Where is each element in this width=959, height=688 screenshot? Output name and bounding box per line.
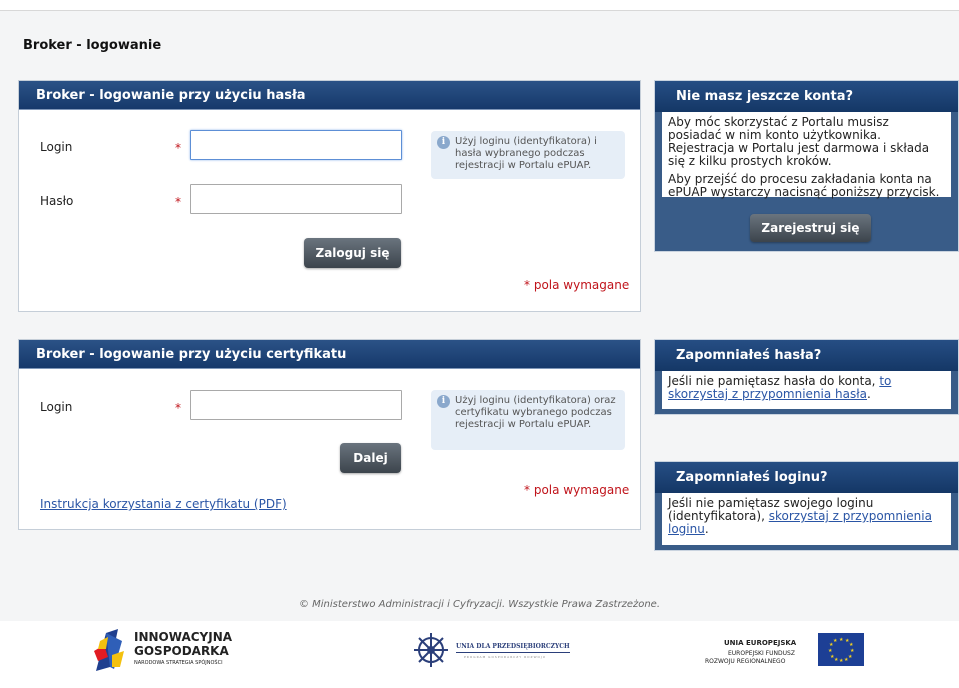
- required-note-star: *: [524, 278, 530, 292]
- forgot-login-suffix: .: [704, 522, 709, 536]
- forgot-password-text: Jeśli nie pamiętasz hasła do konta,: [668, 374, 880, 388]
- cert-login-input[interactable]: [190, 390, 402, 420]
- register-button[interactable]: Zarejestruj się: [750, 214, 871, 242]
- forgot-password-header: Zapomniałeś hasła?: [655, 340, 958, 371]
- svg-text:★: ★: [839, 637, 844, 643]
- password-input[interactable]: [190, 184, 402, 214]
- logo2-line1: UNIA DLA PRZEDSIĘBIORCZYCH: [456, 643, 570, 650]
- required-note-text: pola wymagane: [533, 278, 630, 292]
- cert-required-note-text: pola wymagane: [533, 483, 630, 497]
- certificate-instruction-link[interactable]: Instrukcja korzystania z certyfikatu (PD…: [40, 497, 287, 511]
- innowacyjna-gospodarka-emblem-icon: [94, 629, 124, 671]
- next-button[interactable]: Dalej: [340, 443, 401, 473]
- unia-dla-przedsiebiorczych-logo: UNIA DLA PRZEDSIĘBIORCZYCH PROGRAM GOSPO…: [412, 631, 582, 671]
- password-required-star: *: [175, 195, 181, 209]
- logo3-line3: ROZWOJU REGIONALNEGO: [705, 658, 786, 665]
- copyright-text: © Ministerstwo Administracji i Cyfryzacj…: [298, 599, 661, 610]
- register-box-body: Aby móc skorzystać z Portalu musisz posi…: [662, 112, 951, 199]
- logo3-line1: UNIA EUROPEJSKA: [724, 639, 797, 647]
- info-icon: i: [437, 395, 450, 408]
- logo3-line2: EUROPEJSKI FUNDUSZ: [728, 650, 795, 657]
- cert-login-label: Login: [40, 400, 73, 414]
- password-login-panel: Broker - logowanie przy użyciu hasła Log…: [18, 80, 641, 312]
- forgot-login-box: Zapomniałeś loginu? Jeśli nie pamiętasz …: [654, 461, 959, 551]
- cert-login-tip-text: Użyj loginu (identyfikatora) oraz certyf…: [455, 395, 616, 430]
- svg-text:★: ★: [830, 654, 835, 660]
- page-title: Broker - logowanie: [23, 38, 162, 53]
- password-login-tip-text: Użyj loginu (identyfikatora) i hasła wyb…: [455, 136, 597, 171]
- logo1-line1: INNOWACYJNA: [134, 630, 233, 644]
- certificate-login-header: Broker - logowanie przy użyciu certyfika…: [19, 340, 640, 369]
- cert-required-note-star: *: [524, 483, 530, 497]
- login-input[interactable]: [190, 130, 402, 160]
- register-text-1: Aby móc skorzystać z Portalu musisz posi…: [668, 115, 930, 168]
- cert-login-required-star: *: [175, 401, 181, 415]
- forgot-login-body: Jeśli nie pamiętasz swojego loginu (iden…: [662, 493, 951, 545]
- svg-text:★: ★: [833, 638, 838, 644]
- svg-text:★: ★: [828, 648, 833, 654]
- logo1-line3: NARODOWA STRATEGIA SPÓJNOŚCI: [134, 660, 223, 666]
- forgot-password-body: Jeśli nie pamiętasz hasła do konta, to s…: [662, 371, 951, 409]
- info-icon: i: [437, 136, 450, 149]
- password-login-tip: i Użyj loginu (identyfikatora) i hasła w…: [431, 131, 625, 179]
- logo2-line2: PROGRAM GOSPODARCZY ROZWOJU: [464, 655, 546, 659]
- cert-login-tip: i Użyj loginu (identyfikatora) oraz cert…: [431, 390, 625, 450]
- login-submit-button[interactable]: Zaloguj się: [304, 238, 401, 268]
- login-label: Login: [40, 140, 73, 154]
- ship-wheel-icon: [414, 633, 448, 667]
- unia-europejska-logo: UNIA EUROPEJSKA EUROPEJSKI FUNDUSZ ROZWO…: [700, 633, 870, 673]
- innowacyjna-gospodarka-logo: INNOWACYJNA GOSPODARKA NARODOWA STRATEGI…: [92, 627, 262, 675]
- certificate-login-panel: Broker - logowanie przy użyciu certyfika…: [18, 339, 641, 530]
- svg-text:★: ★: [839, 658, 844, 664]
- forgot-password-suffix: .: [867, 387, 871, 401]
- svg-text:★: ★: [844, 657, 849, 663]
- register-text-2: Aby przejść do procesu zakładania konta …: [668, 172, 940, 199]
- register-box-header: Nie masz jeszcze konta?: [655, 81, 958, 112]
- forgot-password-box: Zapomniałeś hasła? Jeśli nie pamiętasz h…: [654, 339, 959, 415]
- register-box: Nie masz jeszcze konta? Aby móc skorzyst…: [654, 80, 959, 252]
- svg-text:★: ★: [834, 657, 839, 663]
- eu-flag-icon: ★ ★★ ★★★ ★★★ ★★★: [818, 633, 864, 666]
- password-login-header: Broker - logowanie przy użyciu hasła: [19, 81, 640, 110]
- required-note: * pola wymagane: [524, 278, 629, 292]
- logo1-line2: GOSPODARKA: [134, 644, 229, 658]
- svg-text:★: ★: [848, 654, 853, 660]
- password-label: Hasło: [40, 194, 74, 208]
- forgot-login-header: Zapomniałeś loginu?: [655, 462, 958, 493]
- login-required-star: *: [175, 141, 181, 155]
- logo2-divider: [456, 652, 570, 653]
- cert-required-note: * pola wymagane: [524, 483, 629, 497]
